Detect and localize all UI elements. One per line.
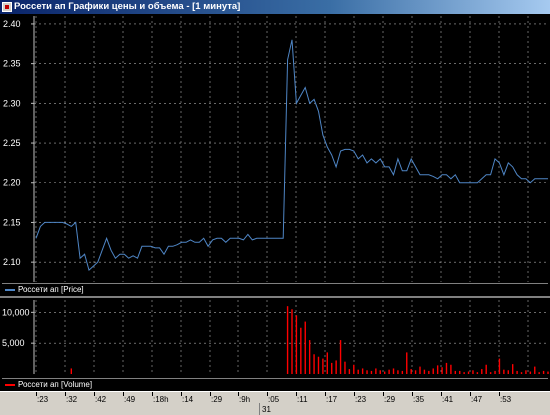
time-tick-label: :23 bbox=[37, 395, 49, 404]
time-tick-label: :29 bbox=[384, 395, 396, 404]
window-title-bar[interactable]: Россети ап Графики цены и объема - [1 ми… bbox=[0, 0, 550, 14]
time-axis: :23 :32 :42 :49 :18h :14 :29 :9h :05 :11 :17 :23 :29… bbox=[0, 391, 550, 415]
time-tick-label: :23 bbox=[355, 395, 367, 404]
time-tick-label: :35 bbox=[413, 395, 425, 404]
volume-y-tick-label: 5,000 bbox=[2, 338, 25, 348]
time-tick-label: :14 bbox=[182, 395, 194, 404]
time-tick-label: :41 bbox=[442, 395, 454, 404]
time-tick-label: :17 bbox=[326, 395, 338, 404]
volume-legend-swatch bbox=[5, 384, 15, 386]
volume-chart-panel[interactable]: 5,000 10,000 Россети ап [Volume] bbox=[0, 298, 550, 391]
price-chart[interactable]: 2.10 2.15 2.20 2.25 2.30 2.35 2.40 bbox=[0, 14, 550, 284]
time-tick-label: :49 bbox=[124, 395, 136, 404]
price-legend: Россети ап [Price] bbox=[2, 283, 548, 295]
price-legend-swatch bbox=[5, 289, 15, 291]
time-tick-label: :32 bbox=[66, 395, 78, 404]
time-tick-label: :18h bbox=[153, 395, 169, 404]
volume-legend-label: Россети ап [Volume] bbox=[18, 380, 93, 389]
app-icon[interactable] bbox=[2, 2, 12, 12]
price-chart-panel[interactable]: 2.10 2.15 2.20 2.25 2.30 2.35 2.40 Россети ап … bbox=[0, 14, 550, 296]
window-title: Россети ап Графики цены и объема - [1 ми… bbox=[14, 1, 241, 12]
time-tick-label: :53 bbox=[500, 395, 512, 404]
day-label: 31 bbox=[262, 405, 271, 414]
price-y-tick-label: 2.20 bbox=[3, 178, 21, 188]
time-tick-label: :9h bbox=[239, 395, 251, 404]
price-series-line bbox=[35, 39, 548, 272]
price-legend-label: Россети ап [Price] bbox=[18, 285, 84, 294]
price-y-tick-label: 2.30 bbox=[3, 98, 21, 108]
time-tick-label: :05 bbox=[268, 395, 280, 404]
time-tick-label: :42 bbox=[95, 395, 107, 404]
price-y-tick-label: 2.10 bbox=[3, 257, 21, 267]
price-y-tick-label: 2.25 bbox=[3, 138, 21, 148]
volume-chart[interactable]: 5,000 10,000 bbox=[0, 298, 550, 378]
price-y-tick-label: 2.40 bbox=[3, 19, 21, 29]
volume-legend: Россети ап [Volume] bbox=[2, 378, 548, 390]
time-tick-label: :29 bbox=[211, 395, 223, 404]
price-y-tick-label: 2.15 bbox=[3, 217, 21, 227]
day-separator bbox=[259, 403, 260, 415]
time-tick-label: :47 bbox=[471, 395, 483, 404]
price-y-tick-label: 2.35 bbox=[3, 59, 21, 69]
volume-y-tick-label: 10,000 bbox=[2, 307, 30, 317]
time-tick-label: :11 bbox=[297, 395, 308, 404]
